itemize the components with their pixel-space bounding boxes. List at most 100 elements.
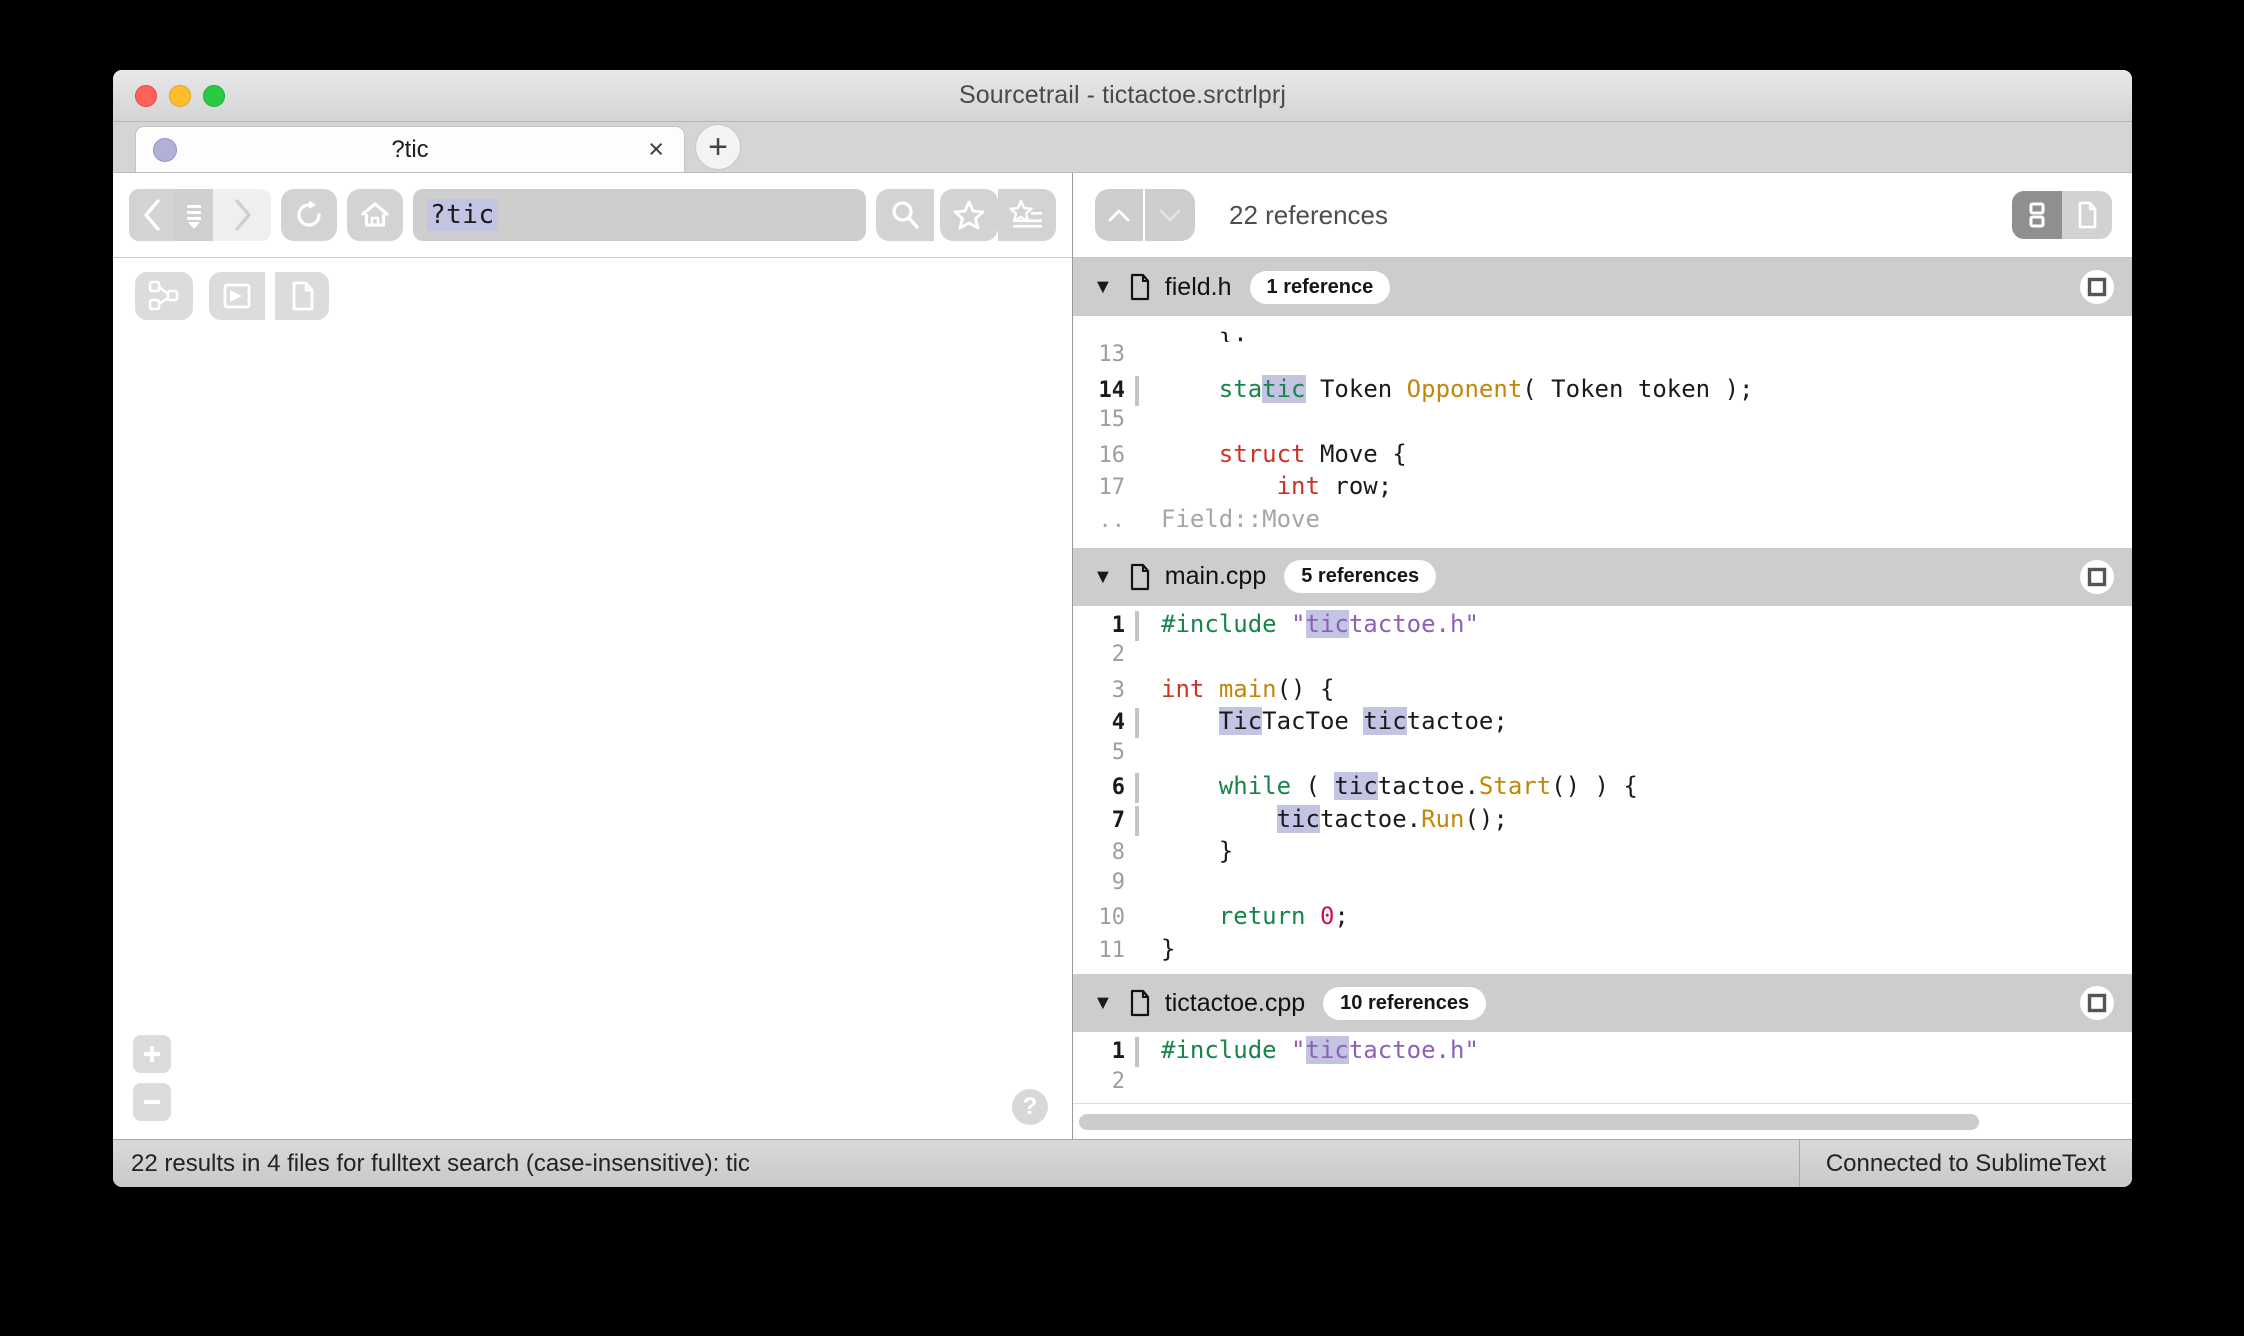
line-gutter [1135, 508, 1139, 538]
code-token: Run [1421, 804, 1465, 833]
snippet-file-block: ▼ main.cpp 5 references 1 #include "tictacto… [1073, 547, 2132, 974]
code-line: 17 int row; [1073, 472, 2132, 505]
code-snippet[interactable]: 1 #include "tictactoe.h" 2 3 int main() {4 T… [1073, 605, 2132, 973]
history-dropdown-button[interactable] [175, 189, 213, 241]
snippet-list-view-button[interactable] [2012, 191, 2062, 239]
app-window: Sourcetrail - tictactoe.srctrlprj ?tic ×… [113, 70, 2132, 1187]
collapse-triangle-icon[interactable]: ▼ [1093, 277, 1113, 297]
code-token: Start [1478, 772, 1552, 800]
code-token: ; [1334, 902, 1349, 930]
file-name-label: tictactoe.cpp [1164, 988, 1306, 1017]
scope-label: Field::Move [1161, 504, 1320, 533]
zoom-out-button[interactable] [133, 1083, 171, 1121]
line-gutter [1135, 676, 1139, 706]
code-token: tactoe.h" [1348, 1036, 1479, 1064]
code-token: } [1161, 837, 1234, 865]
back-button[interactable] [129, 189, 175, 241]
graph-canvas[interactable]: ? [113, 334, 1072, 1139]
reference-badge: 5 references [1284, 560, 1437, 593]
line-number-ellipsis: .. [1098, 507, 1126, 533]
search-input[interactable]: ?tic [413, 189, 866, 241]
line-number: 2 [1111, 1068, 1125, 1094]
code-line-text: } [1161, 935, 1175, 963]
code-line: 14 static Token Opponent( Token token ); [1073, 374, 2132, 408]
collapse-triangle-icon[interactable]: ▼ [1093, 567, 1113, 587]
tab-close-icon[interactable]: × [648, 136, 664, 163]
zoom-in-button[interactable] [133, 1035, 171, 1073]
code-token: 0 [1319, 902, 1335, 930]
maximize-snippet-icon[interactable] [2080, 986, 2114, 1020]
search-input-value: ?tic [427, 199, 498, 231]
line-number: 10 [1098, 905, 1126, 930]
references-toolbar: 22 references [1073, 173, 2132, 258]
code-token: while [1218, 772, 1292, 800]
line-number: 17 [1098, 475, 1126, 500]
code-line-text: static Token Opponent( Token token ); [1161, 374, 1754, 403]
graph-pane: ?tic ? [113, 173, 1073, 1139]
file-icon [1127, 272, 1153, 302]
line-gutter [1135, 805, 1139, 836]
search-action-buttons [876, 189, 1056, 241]
code-token: struct [1218, 439, 1306, 468]
maximize-snippet-icon[interactable] [2080, 270, 2114, 304]
line-number: 2 [1111, 642, 1125, 667]
help-button[interactable]: ? [1012, 1089, 1048, 1125]
line-number: 3 [1111, 677, 1125, 703]
status-message: 22 results in 4 files for fulltext searc… [131, 1149, 750, 1177]
next-reference-button[interactable] [1145, 189, 1195, 241]
snippet-file-header[interactable]: ▼ tictactoe.cpp 10 references [1073, 974, 2132, 1032]
line-number: 1 [1111, 1039, 1125, 1064]
code-snippet[interactable]: }; 13 14 static Token Opponent( Token toke… [1073, 316, 2132, 547]
code-token: row; [1319, 472, 1393, 500]
single-file-view-button[interactable] [2062, 191, 2112, 239]
tab-label: ?tic [391, 135, 429, 163]
graph-view-button[interactable] [135, 272, 193, 320]
code-token: token ); [1623, 374, 1754, 403]
collapse-triangle-icon[interactable]: ▼ [1093, 993, 1113, 1013]
code-line: 7 tictactoe.Run(); [1073, 804, 2132, 838]
code-snippet[interactable]: 1 #include "tictactoe.h" 2 [1073, 1032, 2132, 1103]
code-view-button[interactable] [273, 272, 329, 320]
horizontal-scrollbar-thumb[interactable] [1079, 1113, 1980, 1130]
line-number: 4 [1111, 710, 1125, 735]
snippet-file-header[interactable]: ▼ main.cpp 5 references [1073, 547, 2132, 606]
previous-reference-button[interactable] [1095, 189, 1145, 241]
snippet-file-block: ▼ field.h 1 reference }; 13 14 static Token … [1073, 258, 2132, 548]
tab-search-tic[interactable]: ?tic × [135, 126, 685, 172]
code-token: int [1276, 472, 1320, 500]
code-line-text: TicTacToe tictactoe; [1161, 707, 1508, 735]
code-line: 13 [1073, 342, 2132, 375]
horizontal-scrollbar-track[interactable] [1073, 1103, 2132, 1139]
search-match-highlight: tic [1363, 707, 1407, 735]
refresh-button[interactable] [281, 189, 337, 241]
snippet-list[interactable]: ▼ field.h 1 reference }; 13 14 static Token … [1073, 258, 2132, 1103]
code-line: 3 int main() { [1073, 675, 2132, 708]
code-line: 1 #include "tictactoe.h" [1073, 609, 2132, 643]
snippet-file-header[interactable]: ▼ field.h 1 reference [1073, 258, 2132, 316]
custom-trail-button[interactable] [209, 272, 265, 320]
forward-button[interactable] [213, 189, 271, 241]
search-match-highlight: tic [1305, 1036, 1349, 1064]
search-button[interactable] [876, 189, 934, 241]
bookmark-button[interactable] [940, 189, 998, 241]
new-tab-button[interactable]: + [695, 124, 741, 170]
maximize-snippet-icon[interactable] [2080, 559, 2114, 594]
code-line-text: return 0; [1161, 902, 1349, 930]
code-line: 10 return 0; [1073, 902, 2132, 935]
view-toolbar [113, 258, 1072, 334]
code-token: ( [1522, 374, 1552, 403]
snippet-file-block: ▼ tictactoe.cpp 10 references 1 #include "ti… [1073, 974, 2132, 1103]
code-line-text: #include "tictactoe.h" [1161, 609, 1479, 638]
code-line: 1 #include "tictactoe.h" [1073, 1036, 2132, 1069]
reference-count-label: 22 references [1229, 199, 1388, 230]
home-button[interactable] [347, 189, 403, 241]
line-gutter [1135, 741, 1139, 771]
code-line: 6 while ( tictactoe.Start() ) { [1073, 772, 2132, 805]
code-token: Token [1319, 374, 1393, 403]
line-gutter [1135, 610, 1139, 641]
bookmark-list-button[interactable] [998, 189, 1056, 241]
